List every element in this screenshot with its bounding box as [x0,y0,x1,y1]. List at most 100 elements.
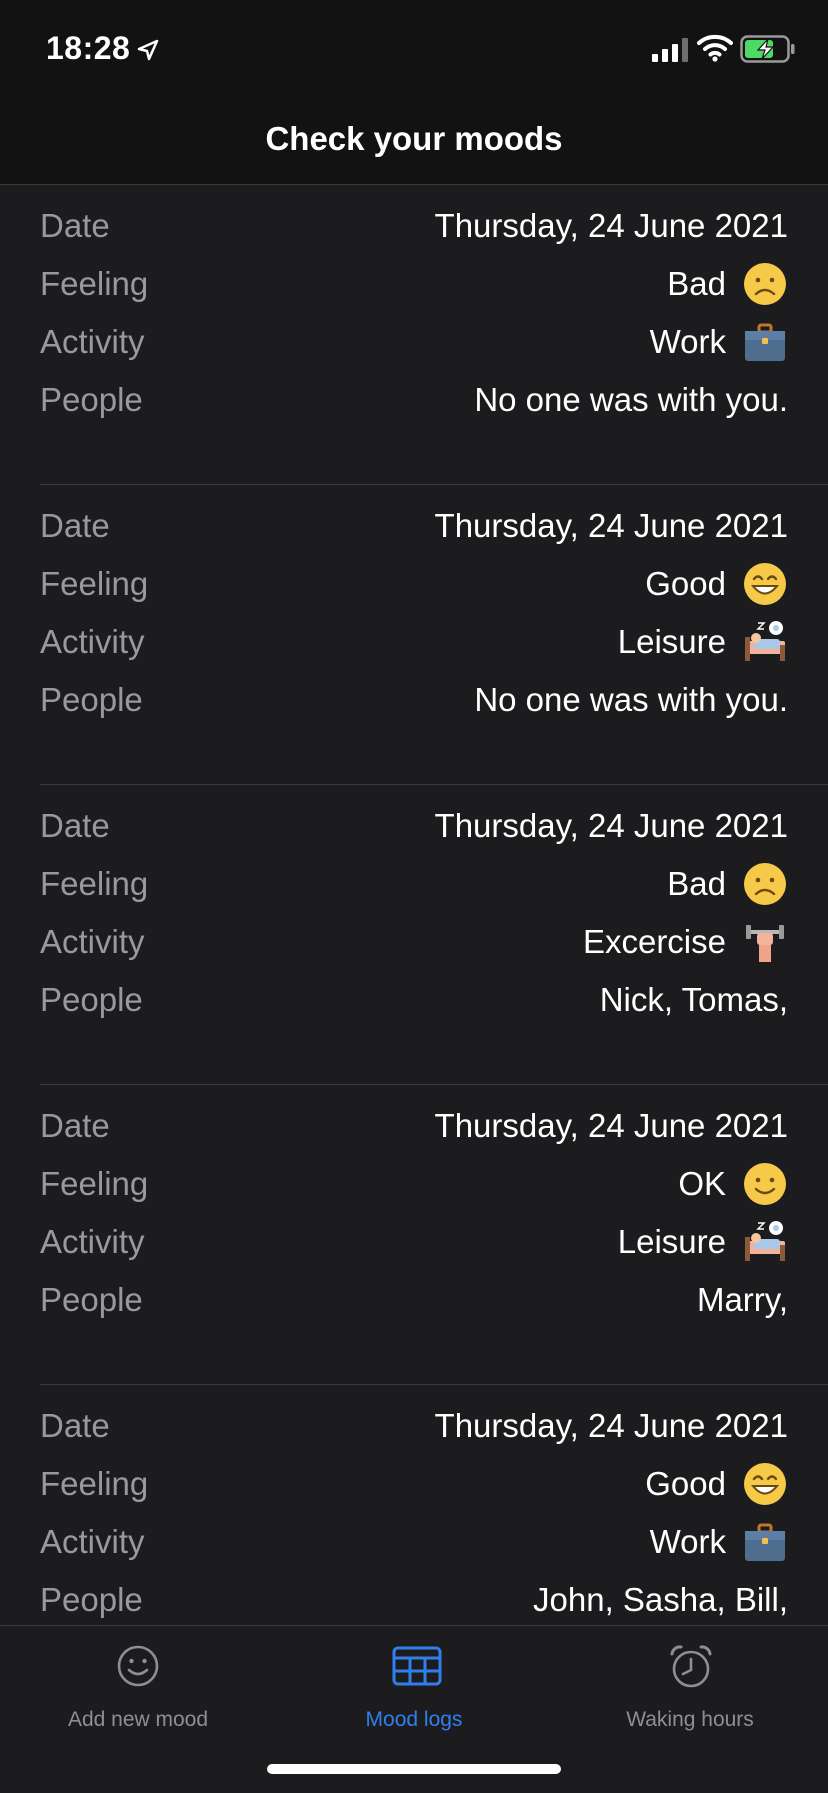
navigation-bar: Check your moods [0,100,828,185]
people-value: Nick, Tomas, [599,981,788,1018]
feeling-row: Feeling Bad [40,855,788,913]
activity-label: Activity [40,323,145,360]
activity-row: Activity Work [40,1513,788,1571]
mood-entry[interactable]: Date Thursday, 24 June 2021 Feeling Bad Acti… [40,785,828,1085]
activity-value: Leisure [617,1223,726,1260]
feeling-value: Good [645,565,726,602]
activity-row: Activity Leisure [40,1213,788,1271]
date-value: Thursday, 24 June 2021 [434,1407,788,1444]
activity-value-container: Leisure [618,619,788,665]
mood-entry[interactable]: Date Thursday, 24 June 2021 Feeling OK Activ… [40,1085,828,1385]
feeling-label: Feeling [40,565,149,602]
people-row: People Marry, [40,1271,788,1329]
feeling-label: Feeling [40,865,149,902]
wifi-icon [697,34,733,62]
activity-label: Activity [40,623,145,660]
tab-label: Waking hours [626,1708,754,1731]
date-row: Date Thursday, 24 June 2021 [40,1397,788,1455]
people-label: People [40,1281,143,1318]
feeling-value: OK [678,1165,726,1202]
tab-add-new-mood[interactable]: Add new mood [0,1626,276,1736]
dumbbell-icon [742,919,788,965]
location-arrow-icon [137,39,159,61]
activity-row: Activity Leisure [40,613,788,671]
date-value-container: Thursday, 24 June 2021 [435,807,788,845]
page-title: Check your moods [265,120,563,157]
feeling-value-container: OK [678,1161,788,1207]
date-label: Date [40,1107,110,1144]
frown-face-icon [742,861,788,907]
people-value: Marry, [696,1281,788,1318]
mood-entry[interactable]: Date Thursday, 24 June 2021 Feeling Bad Acti… [40,185,828,485]
activity-value-container: Work [650,1519,788,1565]
feeling-value: Good [645,1465,726,1502]
date-row: Date Thursday, 24 June 2021 [40,1097,788,1155]
date-row: Date Thursday, 24 June 2021 [40,497,788,555]
status-time: 18:28 [46,30,131,66]
bed-icon [742,619,788,665]
grin-face-icon [742,1461,788,1507]
mood-entry[interactable]: Date Thursday, 24 June 2021 Feeling Good Act… [40,485,828,785]
date-value-container: Thursday, 24 June 2021 [435,1407,788,1445]
table-icon [392,1646,442,1686]
alarm-clock-icon [670,1645,712,1688]
people-row: People John, Sasha, Bill, [40,1571,788,1625]
date-label: Date [40,807,110,844]
activity-label: Activity [40,1523,145,1560]
tab-waking-hours[interactable]: Waking hours [552,1626,828,1736]
date-value: Thursday, 24 June 2021 [434,807,788,844]
activity-value-container: Excercise [583,919,788,965]
feeling-row: Feeling Good [40,1455,788,1513]
date-label: Date [40,507,110,544]
tab-label: Add new mood [67,1708,209,1731]
activity-row: Activity Work [40,313,788,371]
date-value: Thursday, 24 June 2021 [434,507,788,544]
cellular-signal-icon [652,38,688,62]
feeling-value-container: Good [645,561,788,607]
people-value: No one was with you. [474,681,788,718]
people-value-container: John, Sasha, Bill, [533,1581,788,1619]
feeling-value-container: Bad [667,261,788,307]
activity-value: Leisure [617,623,726,660]
activity-value: Excercise [582,923,726,960]
people-value: John, Sasha, Bill, [533,1581,788,1618]
people-value-container: Marry, [697,1281,788,1319]
date-value: Thursday, 24 June 2021 [434,207,788,244]
bed-icon [742,1219,788,1265]
people-label: People [40,381,143,418]
people-row: People No one was with you. [40,371,788,429]
feeling-row: Feeling OK [40,1155,788,1213]
feeling-value-container: Bad [667,861,788,907]
feeling-row: Feeling Good [40,555,788,613]
date-value-container: Thursday, 24 June 2021 [435,1107,788,1145]
mood-log-list[interactable]: Date Thursday, 24 June 2021 Feeling Bad Acti… [0,185,828,1625]
people-value-container: No one was with you. [474,681,788,719]
feeling-label: Feeling [40,1165,149,1202]
activity-value-container: Leisure [618,1219,788,1265]
people-row: People Nick, Tomas, [40,971,788,1029]
mood-entry[interactable]: Date Thursday, 24 June 2021 Feeling Good Act… [40,1385,828,1625]
feeling-label: Feeling [40,1465,149,1502]
smile-face-icon [742,1161,788,1207]
briefcase-icon [742,1519,788,1565]
date-row: Date Thursday, 24 June 2021 [40,197,788,255]
date-value-container: Thursday, 24 June 2021 [435,207,788,245]
feeling-value-container: Good [645,1461,788,1507]
people-label: People [40,1581,143,1618]
people-value-container: Nick, Tomas, [600,981,788,1019]
feeling-row: Feeling Bad [40,255,788,313]
feeling-value: Bad [667,265,726,302]
date-row: Date Thursday, 24 June 2021 [40,797,788,855]
frown-face-icon [742,261,788,307]
date-value-container: Thursday, 24 June 2021 [435,507,788,545]
tab-label: Mood logs [365,1708,463,1731]
date-label: Date [40,1407,110,1444]
activity-value: Work [649,323,726,360]
activity-value-container: Work [650,319,788,365]
smiley-icon [117,1645,159,1687]
briefcase-icon [742,319,788,365]
activity-row: Activity Excercise [40,913,788,971]
date-label: Date [40,207,110,244]
people-label: People [40,981,143,1018]
tab-mood-logs[interactable]: Mood logs [276,1626,552,1736]
